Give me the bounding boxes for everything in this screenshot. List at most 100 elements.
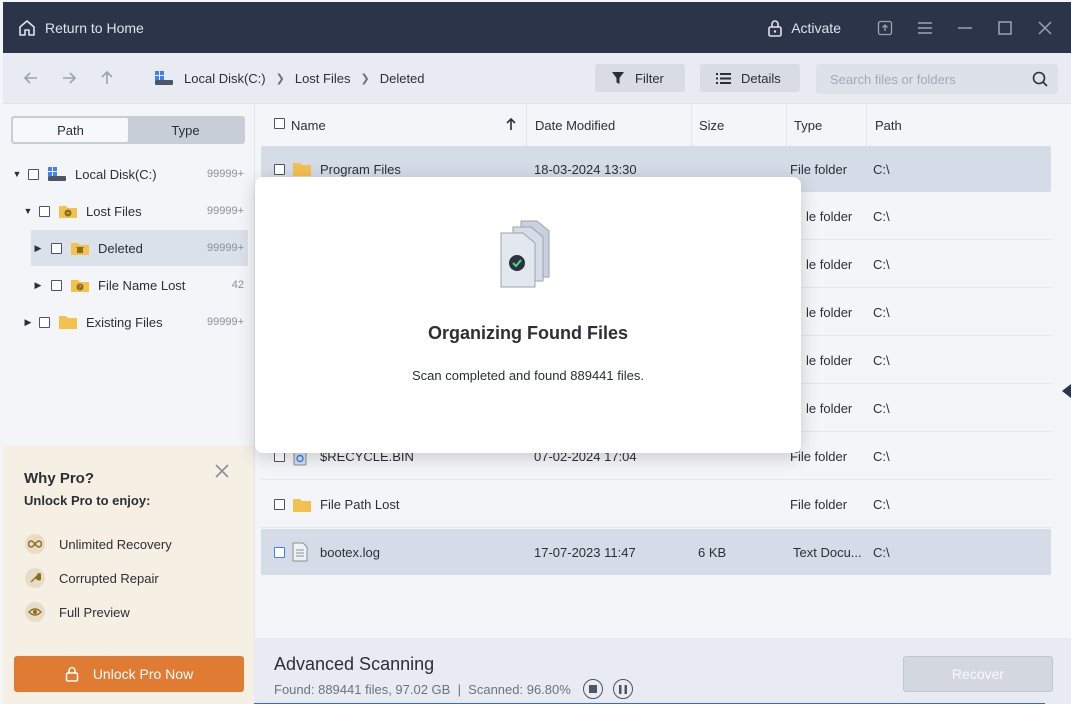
tree-item-label: Lost Files bbox=[86, 203, 142, 219]
up-button[interactable] bbox=[88, 59, 126, 97]
pro-title: Why Pro? bbox=[24, 470, 94, 487]
search-input[interactable] bbox=[830, 71, 1020, 87]
row-name: File Path Lost bbox=[320, 497, 400, 512]
deleted-folder-icon bbox=[71, 243, 89, 255]
column-path[interactable]: Path bbox=[875, 118, 902, 133]
text-file-icon bbox=[292, 542, 308, 562]
pause-button[interactable] bbox=[612, 679, 633, 699]
details-button[interactable]: Details bbox=[700, 64, 800, 92]
row-path: C:\ bbox=[873, 401, 890, 416]
select-all-checkbox[interactable] bbox=[274, 118, 285, 129]
column-divider[interactable] bbox=[866, 104, 867, 146]
breadcrumb-item[interactable]: Lost Files bbox=[295, 71, 351, 86]
caret-down-icon[interactable]: ▼ bbox=[12, 169, 22, 179]
tree-checkbox[interactable] bbox=[39, 316, 50, 328]
row-path: C:\ bbox=[873, 209, 890, 224]
caret-right-icon[interactable]: ▶ bbox=[23, 317, 33, 327]
row-type: File folder bbox=[790, 497, 848, 512]
row-checkbox[interactable] bbox=[274, 499, 285, 510]
filter-label: Filter bbox=[635, 70, 664, 86]
menu-button[interactable] bbox=[905, 2, 945, 53]
tree-checkbox[interactable] bbox=[39, 205, 50, 217]
breadcrumb-item: Local Disk(C:) bbox=[184, 70, 266, 86]
sort-arrow-up-icon[interactable] bbox=[506, 117, 516, 131]
scan-stats-text: Found: 889441 files, 97.02 GB | Scanned:… bbox=[274, 681, 571, 697]
collapse-arrow-icon[interactable] bbox=[1060, 382, 1071, 400]
row-checkbox[interactable] bbox=[274, 163, 285, 175]
folder-icon bbox=[59, 316, 77, 329]
close-icon[interactable] bbox=[213, 462, 231, 480]
close-icon bbox=[1038, 20, 1052, 35]
tree-item-label: File Name Lost bbox=[98, 277, 186, 293]
column-divider[interactable] bbox=[786, 104, 787, 146]
return-home-button[interactable]: Return to Home bbox=[17, 18, 144, 38]
row-type: le folder bbox=[806, 353, 853, 368]
caret-down-icon[interactable]: ▼ bbox=[23, 206, 33, 216]
forward-button[interactable] bbox=[50, 59, 88, 97]
column-divider[interactable] bbox=[691, 104, 692, 146]
table-row[interactable]: bootex.log 17-07-2023 11:47 6 KB Text Do… bbox=[261, 529, 1051, 575]
tree-item-count: 99999+ bbox=[206, 242, 244, 254]
tree-item-count: 99999+ bbox=[206, 168, 244, 180]
row-type: le folder bbox=[806, 401, 853, 416]
pro-feature-label: Unlimited Recovery bbox=[59, 536, 172, 552]
row-path: C:\ bbox=[873, 544, 890, 560]
tree-item-file-name-lost[interactable]: ▶ ? File Name Lost 42 bbox=[3, 267, 254, 303]
lost-folder-icon bbox=[59, 206, 77, 218]
stop-button[interactable] bbox=[582, 679, 603, 699]
upload-icon bbox=[877, 20, 893, 35]
tree-item-lost-files[interactable]: ▼ Lost Files 99999+ bbox=[3, 193, 254, 229]
view-tabs: Path Type bbox=[11, 116, 245, 144]
tree-item-local-disk[interactable]: ▼ Local Disk(C:) 99999+ bbox=[3, 156, 254, 192]
table-row[interactable]: File Path Lost File folder C:\ bbox=[261, 482, 1051, 528]
tab-type[interactable]: Type bbox=[128, 118, 243, 142]
upload-button[interactable] bbox=[865, 2, 905, 53]
row-size: 6 KB bbox=[698, 544, 727, 560]
column-size[interactable]: Size bbox=[699, 118, 724, 133]
caret-right-icon[interactable]: ▶ bbox=[33, 243, 43, 253]
row-path: C:\ bbox=[873, 257, 890, 272]
tree-item-deleted[interactable]: ▶ Deleted 99999+ bbox=[31, 230, 248, 266]
folder-icon bbox=[293, 163, 311, 176]
tree-item-label: Deleted bbox=[98, 240, 143, 256]
caret-right-icon[interactable]: ▶ bbox=[33, 280, 43, 290]
minimize-button[interactable] bbox=[945, 2, 985, 53]
back-button[interactable] bbox=[12, 59, 50, 97]
pro-feature: Full Preview bbox=[25, 602, 130, 622]
filter-button[interactable]: Filter bbox=[595, 64, 685, 92]
row-name: bootex.log bbox=[320, 544, 380, 560]
unlock-pro-button[interactable]: Unlock Pro Now bbox=[14, 656, 244, 692]
drive-icon bbox=[155, 71, 173, 85]
breadcrumb: Local Disk(C:) ❯ Lost Files ❯ Deleted bbox=[154, 70, 425, 86]
breadcrumb-item[interactable]: Deleted bbox=[380, 71, 425, 86]
minimize-icon bbox=[958, 26, 972, 29]
tree-item-count: 99999+ bbox=[206, 205, 244, 217]
row-path: C:\ bbox=[873, 449, 890, 464]
tree-checkbox[interactable] bbox=[51, 279, 62, 291]
search-icon[interactable] bbox=[1032, 71, 1048, 87]
scan-stats: Found: 889441 files, 97.02 GB | Scanned:… bbox=[274, 679, 633, 699]
pro-feature: Unlimited Recovery bbox=[25, 534, 172, 554]
taskbar-edge bbox=[0, 704, 1071, 713]
maximize-icon bbox=[998, 20, 1012, 35]
row-date: 18-03-2024 13:30 bbox=[534, 161, 637, 177]
close-window-button[interactable] bbox=[1025, 2, 1065, 53]
activate-button[interactable]: Activate bbox=[767, 19, 841, 37]
title-bar: Return to Home Activate bbox=[3, 2, 1071, 53]
chevron-right-icon: ❯ bbox=[275, 72, 285, 85]
tree-item-existing-files[interactable]: ▶ Existing Files 99999+ bbox=[3, 304, 254, 340]
wrench-icon bbox=[25, 568, 45, 588]
lock-icon bbox=[768, 19, 782, 37]
recover-button[interactable]: Recover bbox=[903, 656, 1053, 692]
maximize-button[interactable] bbox=[985, 2, 1025, 53]
tree-checkbox[interactable] bbox=[28, 168, 39, 180]
column-divider[interactable] bbox=[526, 104, 527, 146]
column-type[interactable]: Type bbox=[794, 118, 822, 133]
breadcrumb-drive[interactable]: Local Disk(C:) bbox=[154, 70, 266, 86]
tab-path[interactable]: Path bbox=[13, 118, 128, 142]
row-path: C:\ bbox=[873, 161, 890, 177]
tree-checkbox[interactable] bbox=[51, 242, 62, 254]
column-date-modified[interactable]: Date Modified bbox=[535, 118, 615, 133]
row-checkbox[interactable] bbox=[274, 546, 285, 558]
column-name[interactable]: Name bbox=[291, 118, 326, 133]
